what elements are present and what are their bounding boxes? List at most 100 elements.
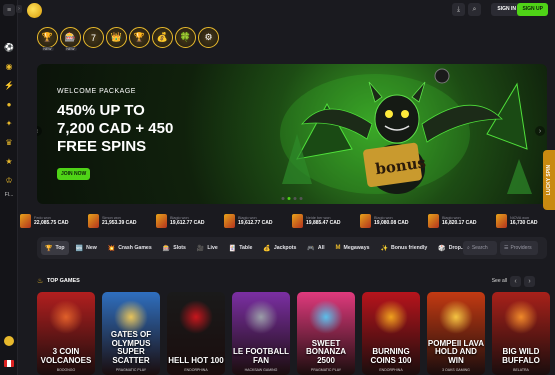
category-tab[interactable]: 🏆 Top bbox=[41, 241, 69, 255]
story-item[interactable]: 🍀 bbox=[175, 27, 196, 48]
ticker-text: Fedo won 22,085.75 CAD bbox=[34, 216, 68, 226]
ticker-item[interactable]: NiOVA won 16,730 CAD bbox=[496, 210, 541, 232]
see-all-link[interactable]: See all bbox=[492, 278, 507, 284]
dragon-illustration: bonus bbox=[280, 68, 532, 194]
game-card[interactable]: POMPEII LAVA HOLD AND WIN 3 OAKS GAMING bbox=[427, 292, 485, 375]
ticker-game-thumbnail bbox=[360, 214, 371, 228]
top-games-title: TOP GAMES bbox=[47, 278, 80, 284]
hero-dot[interactable] bbox=[287, 197, 291, 200]
rail-bottom bbox=[0, 336, 18, 367]
category-tab[interactable]: 🎰 Slots bbox=[159, 241, 190, 255]
rail-live-icon[interactable]: ◉ bbox=[0, 57, 18, 76]
hero-pagination bbox=[281, 197, 303, 200]
rail-crown-icon[interactable]: ♔ bbox=[0, 171, 18, 190]
game-art bbox=[114, 300, 148, 334]
game-card[interactable]: HELL HOT 100 ENDORPHINA bbox=[167, 292, 225, 375]
story-item[interactable]: 🏆 bbox=[129, 27, 150, 48]
game-title: LE FOOTBALL FAN bbox=[233, 347, 289, 365]
story-item[interactable]: 🏆 NEW bbox=[37, 27, 58, 51]
ticker-item[interactable]: Fedo won 22,085.75 CAD bbox=[20, 210, 82, 232]
game-card[interactable]: GATES OF OLYMPUS SUPER SCATTER PRAGMATIC … bbox=[102, 292, 160, 375]
hero-title-line-2: 7,200 CAD + 450 bbox=[57, 120, 174, 137]
ticker-amount: 21,953.39 CAD bbox=[102, 220, 137, 226]
ticker-amount: 19,885.47 CAD bbox=[306, 220, 341, 226]
winners-ticker: Fedo won 22,085.75 CAD Simon won 21,953.39 … bbox=[20, 210, 541, 232]
category-tabs: 🏆 Top 🆕 New 💥 Crash Games 🎰 Slots 🎥 Live 🃏 Table 💰 Ja… bbox=[41, 241, 469, 255]
sign-up-button[interactable]: SIGN UP bbox=[517, 3, 548, 16]
game-provider: ENDORPHINA bbox=[184, 368, 208, 372]
ticker-item[interactable]: Blagio won 16,820.17 CAD bbox=[428, 210, 490, 232]
game-title: GATES OF OLYMPUS SUPER SCATTER bbox=[110, 330, 152, 365]
ticker-game-thumbnail bbox=[292, 214, 303, 228]
ticker-text: NiOVA won 16,730 CAD bbox=[510, 216, 538, 226]
download-icon[interactable]: ⤓ bbox=[452, 3, 465, 16]
rail-star-icon[interactable]: ★ bbox=[0, 152, 18, 171]
category-label: Bonus friendly bbox=[390, 245, 428, 251]
category-tab[interactable]: ✨ Bonus friendly bbox=[376, 241, 431, 255]
support-icon[interactable] bbox=[4, 336, 14, 346]
top-games-header: ♨ TOP GAMES See all ‹ › bbox=[37, 276, 547, 288]
category-icon: 💰 bbox=[263, 245, 271, 252]
hero-prev-button[interactable]: ‹ bbox=[37, 126, 42, 136]
ticker-item[interactable]: Neide ber won 19,885.47 CAD bbox=[292, 210, 354, 232]
game-card[interactable]: SWEET BONANZA 2500 PRAGMATIC PLAY bbox=[297, 292, 355, 375]
game-card[interactable]: 3 COIN VOLCANOES BOOONGO bbox=[37, 292, 95, 375]
category-icon: 🎲 bbox=[438, 245, 446, 252]
story-item[interactable]: 💰 bbox=[152, 27, 173, 48]
category-tab[interactable]: 🎥 Live bbox=[193, 241, 222, 255]
game-card[interactable]: BURNING COINS 100 ENDORPHINA bbox=[362, 292, 420, 375]
rail-gift-icon[interactable]: ✦ bbox=[0, 114, 18, 133]
rail-coins-icon[interactable]: ● bbox=[0, 95, 18, 114]
category-icon: 🎰 bbox=[162, 245, 171, 252]
ticker-item[interactable]: Blagio won 19,612.77 CAD bbox=[224, 210, 286, 232]
game-provider: BOOONGO bbox=[56, 368, 76, 372]
flag-canada-icon[interactable] bbox=[4, 360, 14, 367]
story-item[interactable]: 7 bbox=[83, 27, 104, 48]
search-button[interactable]: ⌕ Search bbox=[463, 241, 497, 255]
hero-dot[interactable] bbox=[299, 197, 303, 200]
search-icon[interactable]: ⌕ bbox=[468, 3, 481, 16]
lucky-spin-tab[interactable]: LUCKY SPIN bbox=[543, 150, 555, 210]
story-icon: 7 bbox=[90, 32, 96, 43]
category-tab[interactable]: 🎮 All bbox=[303, 241, 328, 255]
games-next-button[interactable]: › bbox=[524, 276, 535, 287]
category-label: Megaways bbox=[343, 245, 370, 251]
hero-dot[interactable] bbox=[293, 197, 297, 200]
hero-title-line-1: 450% UP TO bbox=[57, 102, 145, 119]
category-tab[interactable]: 🃏 Table bbox=[225, 241, 257, 255]
rail-bottom-label: FI... bbox=[4, 192, 14, 198]
game-card[interactable]: LE FOOTBALL FAN HACKSAW GAMING bbox=[232, 292, 290, 375]
story-icon: 🏆 bbox=[133, 32, 146, 42]
hero-title-line-3: FREE SPINS bbox=[57, 138, 147, 155]
category-tab[interactable]: 🆕 New bbox=[72, 241, 101, 255]
ticker-item[interactable]: Blagio won 19,612.77 CAD bbox=[156, 210, 218, 232]
ticker-item[interactable]: Blagio won 19,080.08 CAD bbox=[360, 210, 422, 232]
rail-flash-icon[interactable]: ⚡ bbox=[0, 76, 18, 95]
games-prev-button[interactable]: ‹ bbox=[510, 276, 521, 287]
game-card[interactable]: BIG WILD BUFFALO BELATRA bbox=[492, 292, 550, 375]
ticker-item[interactable]: Simon won 21,953.39 CAD bbox=[88, 210, 150, 232]
hero-banner[interactable]: bonus WELCOME PACKAGE 450% UP TO 7,200 C… bbox=[37, 64, 547, 204]
hero-title: 450% UP TO 7,200 CAD + 450 FREE SPINS bbox=[57, 102, 227, 156]
story-item[interactable]: 🎰 NEW bbox=[60, 27, 81, 51]
category-tab[interactable]: 💰 Jackpots bbox=[259, 241, 300, 255]
category-tab[interactable]: M Megaways bbox=[332, 241, 374, 255]
story-item[interactable]: ⚙ bbox=[198, 27, 219, 48]
story-item[interactable]: 👑 bbox=[106, 27, 127, 48]
category-tab[interactable]: 💥 Crash Games bbox=[104, 241, 156, 255]
hero-dot[interactable] bbox=[281, 197, 285, 200]
providers-label: Providers bbox=[510, 245, 532, 251]
join-now-button[interactable]: JOIN NOW bbox=[57, 168, 91, 180]
hero-next-button[interactable]: › bbox=[535, 126, 545, 136]
story-icon: 🏆 bbox=[41, 32, 54, 42]
category-label: Crash Games bbox=[118, 245, 152, 251]
category-icon: ✨ bbox=[380, 245, 388, 252]
providers-icon: ☰ bbox=[504, 245, 509, 251]
ticker-amount: 19,080.08 CAD bbox=[374, 220, 409, 226]
rail-trophy-icon[interactable]: ♛ bbox=[0, 133, 18, 152]
rail-sports-icon[interactable]: ⚽ bbox=[0, 38, 18, 57]
category-label: Top bbox=[55, 245, 65, 251]
providers-button[interactable]: ☰ Providers bbox=[500, 241, 538, 255]
menu-icon[interactable]: ≡ bbox=[3, 4, 15, 16]
logo[interactable] bbox=[27, 3, 42, 18]
